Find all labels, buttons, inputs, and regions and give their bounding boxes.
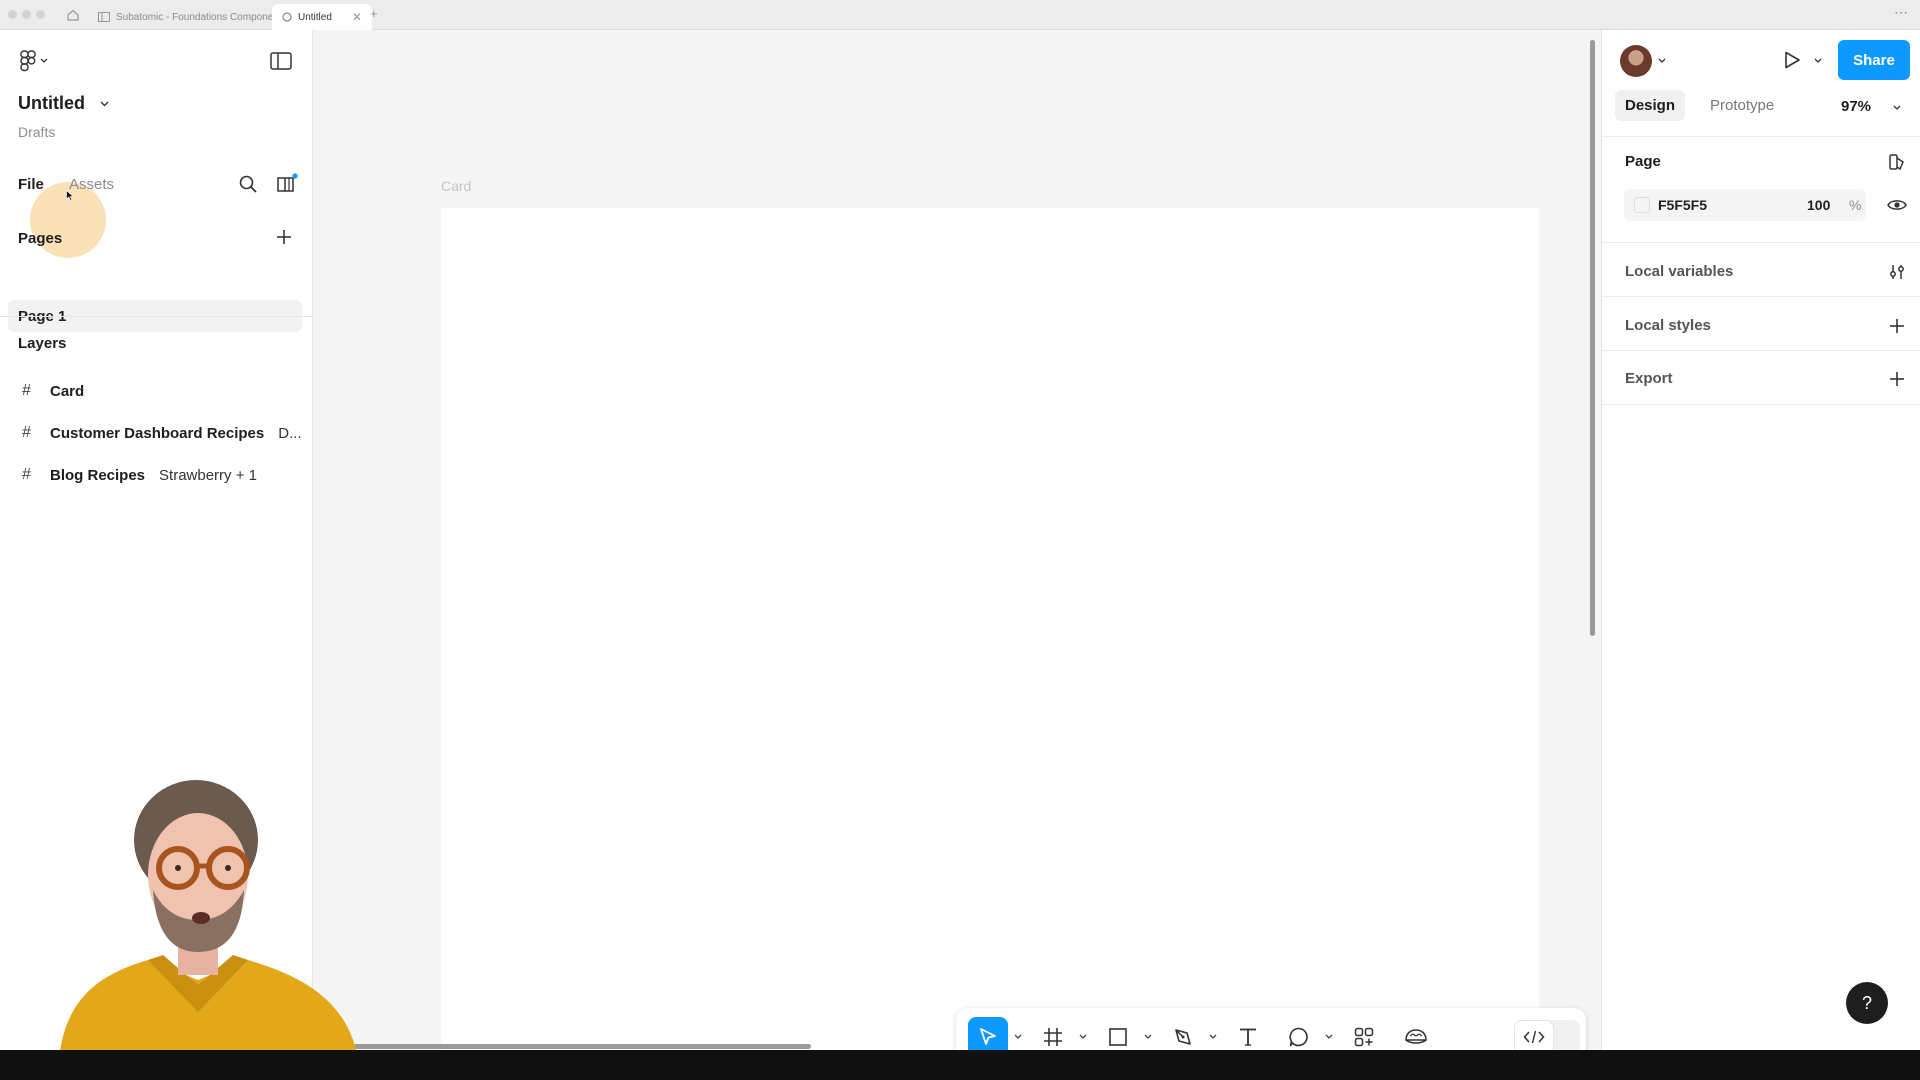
window-close-button[interactable] [8,10,17,19]
right-panel: Share Design Prototype 97% Page F5F5F5 1… [1601,30,1920,1050]
page-color-hex[interactable]: F5F5F5 [1658,197,1707,213]
browser-tab-subatomic[interactable]: Subatomic - Foundations Component [88,4,292,30]
local-styles-label[interactable]: Local styles [1625,317,1711,334]
chevron-down-icon[interactable] [1208,1029,1218,1045]
chevron-down-icon[interactable] [100,101,109,107]
main-menu-button[interactable] [20,50,48,72]
window-maximize-button[interactable] [36,10,45,19]
chevron-down-icon [40,58,48,64]
tab-file[interactable]: File [18,176,44,193]
present-play-icon[interactable] [1782,50,1802,70]
eye-icon[interactable] [1886,194,1908,216]
layer-name: Blog Recipes [50,466,146,484]
actions-icon [1353,1026,1375,1048]
move-icon [977,1026,999,1048]
chevron-down-icon[interactable] [1658,58,1666,64]
avatar[interactable] [1620,45,1652,77]
page-color-field[interactable]: F5F5F5 100 % [1624,189,1866,221]
variables-settings-icon[interactable] [1886,261,1908,283]
color-swatch[interactable] [1634,197,1650,213]
browser-tab-untitled[interactable]: Untitled ✕ [272,4,372,30]
file-location[interactable]: Drafts [18,124,55,140]
pen-icon [1172,1026,1194,1048]
vertical-scrollbar[interactable] [1590,40,1595,636]
page-settings-icon[interactable] [1886,151,1908,173]
text-icon [1237,1026,1259,1048]
opacity-unit: % [1849,197,1862,213]
tab-assets[interactable]: Assets [69,176,114,193]
file-browser-icon [98,12,110,22]
frame-label[interactable]: Card [441,178,471,194]
toggle-sidebar-icon[interactable] [270,52,292,70]
search-icon[interactable] [238,174,258,194]
browser-tab-bar: Subatomic - Foundations Component Untitl… [0,0,1920,30]
card-frame[interactable] [441,208,1539,1050]
share-button[interactable]: Share [1838,40,1910,80]
canvas[interactable]: Card [313,30,1601,1066]
layer-item-blog-recipes[interactable]: # Blog Recipes Strawberry + 1 [22,464,257,486]
pages-title: Pages [18,230,63,247]
layer-meta: Strawberry + 1 [159,466,257,484]
divider [1602,296,1920,297]
divider [1602,242,1920,243]
new-tab-button[interactable]: + [370,6,378,21]
chevron-down-icon[interactable] [1078,1029,1088,1045]
layer-item-card[interactable]: # Card [22,380,84,402]
zoom-level[interactable]: 97% [1841,98,1871,115]
figma-file-icon [282,11,292,23]
tab-label: Untitled [298,11,332,23]
frame-icon: # [22,382,31,399]
browser-more-icon[interactable]: ⋯ [1894,4,1908,21]
divider [1602,404,1920,405]
chevron-down-icon[interactable] [1893,105,1901,111]
add-export-icon[interactable] [1886,368,1908,390]
home-icon[interactable] [66,8,80,22]
ui3-icon [1403,1026,1429,1048]
tab-label: Subatomic - Foundations Component [116,11,282,23]
divider [0,316,313,317]
figma-logo-icon [20,50,36,72]
add-page-icon[interactable] [276,229,292,245]
horizontal-scrollbar[interactable] [331,1044,811,1049]
layers-title: Layers [18,335,67,352]
local-variables-label[interactable]: Local variables [1625,263,1733,280]
help-button[interactable]: ? [1846,982,1888,1024]
chevron-down-icon[interactable] [1814,58,1822,64]
export-label[interactable]: Export [1625,370,1673,387]
layer-item-customer-dashboard[interactable]: # Customer Dashboard Recipes D... [22,422,302,444]
frame-icon: # [22,466,31,483]
frame-icon: # [22,424,31,441]
file-title[interactable]: Untitled [18,93,109,114]
close-tab-icon[interactable]: ✕ [352,10,362,24]
add-style-icon[interactable] [1886,315,1908,337]
tab-prototype[interactable]: Prototype [1700,90,1784,121]
rectangle-icon [1107,1026,1129,1048]
dev-mode-icon [1514,1020,1554,1054]
window-minimize-button[interactable] [22,10,31,19]
library-icon[interactable] [276,173,298,193]
layer-name: Card [50,382,85,400]
mouse-cursor-icon [66,190,74,201]
comment-icon [1288,1026,1310,1048]
chevron-down-icon[interactable] [1324,1029,1334,1045]
layer-meta: D... [278,424,302,442]
presenter-webcam [38,780,368,1080]
tab-design[interactable]: Design [1615,90,1686,121]
dev-mode-toggle[interactable] [1514,1020,1580,1054]
page-opacity-value[interactable]: 100 [1807,197,1830,213]
layer-name: Customer Dashboard Recipes [50,424,265,442]
chevron-down-icon[interactable] [1013,1029,1023,1045]
frame-icon [1042,1026,1064,1048]
video-bottom-bar [0,1050,1920,1080]
divider [1602,136,1920,137]
divider [1602,350,1920,351]
chevron-down-icon[interactable] [1143,1029,1153,1045]
presenter-image [58,780,360,1080]
page-section-title: Page [1625,153,1661,170]
